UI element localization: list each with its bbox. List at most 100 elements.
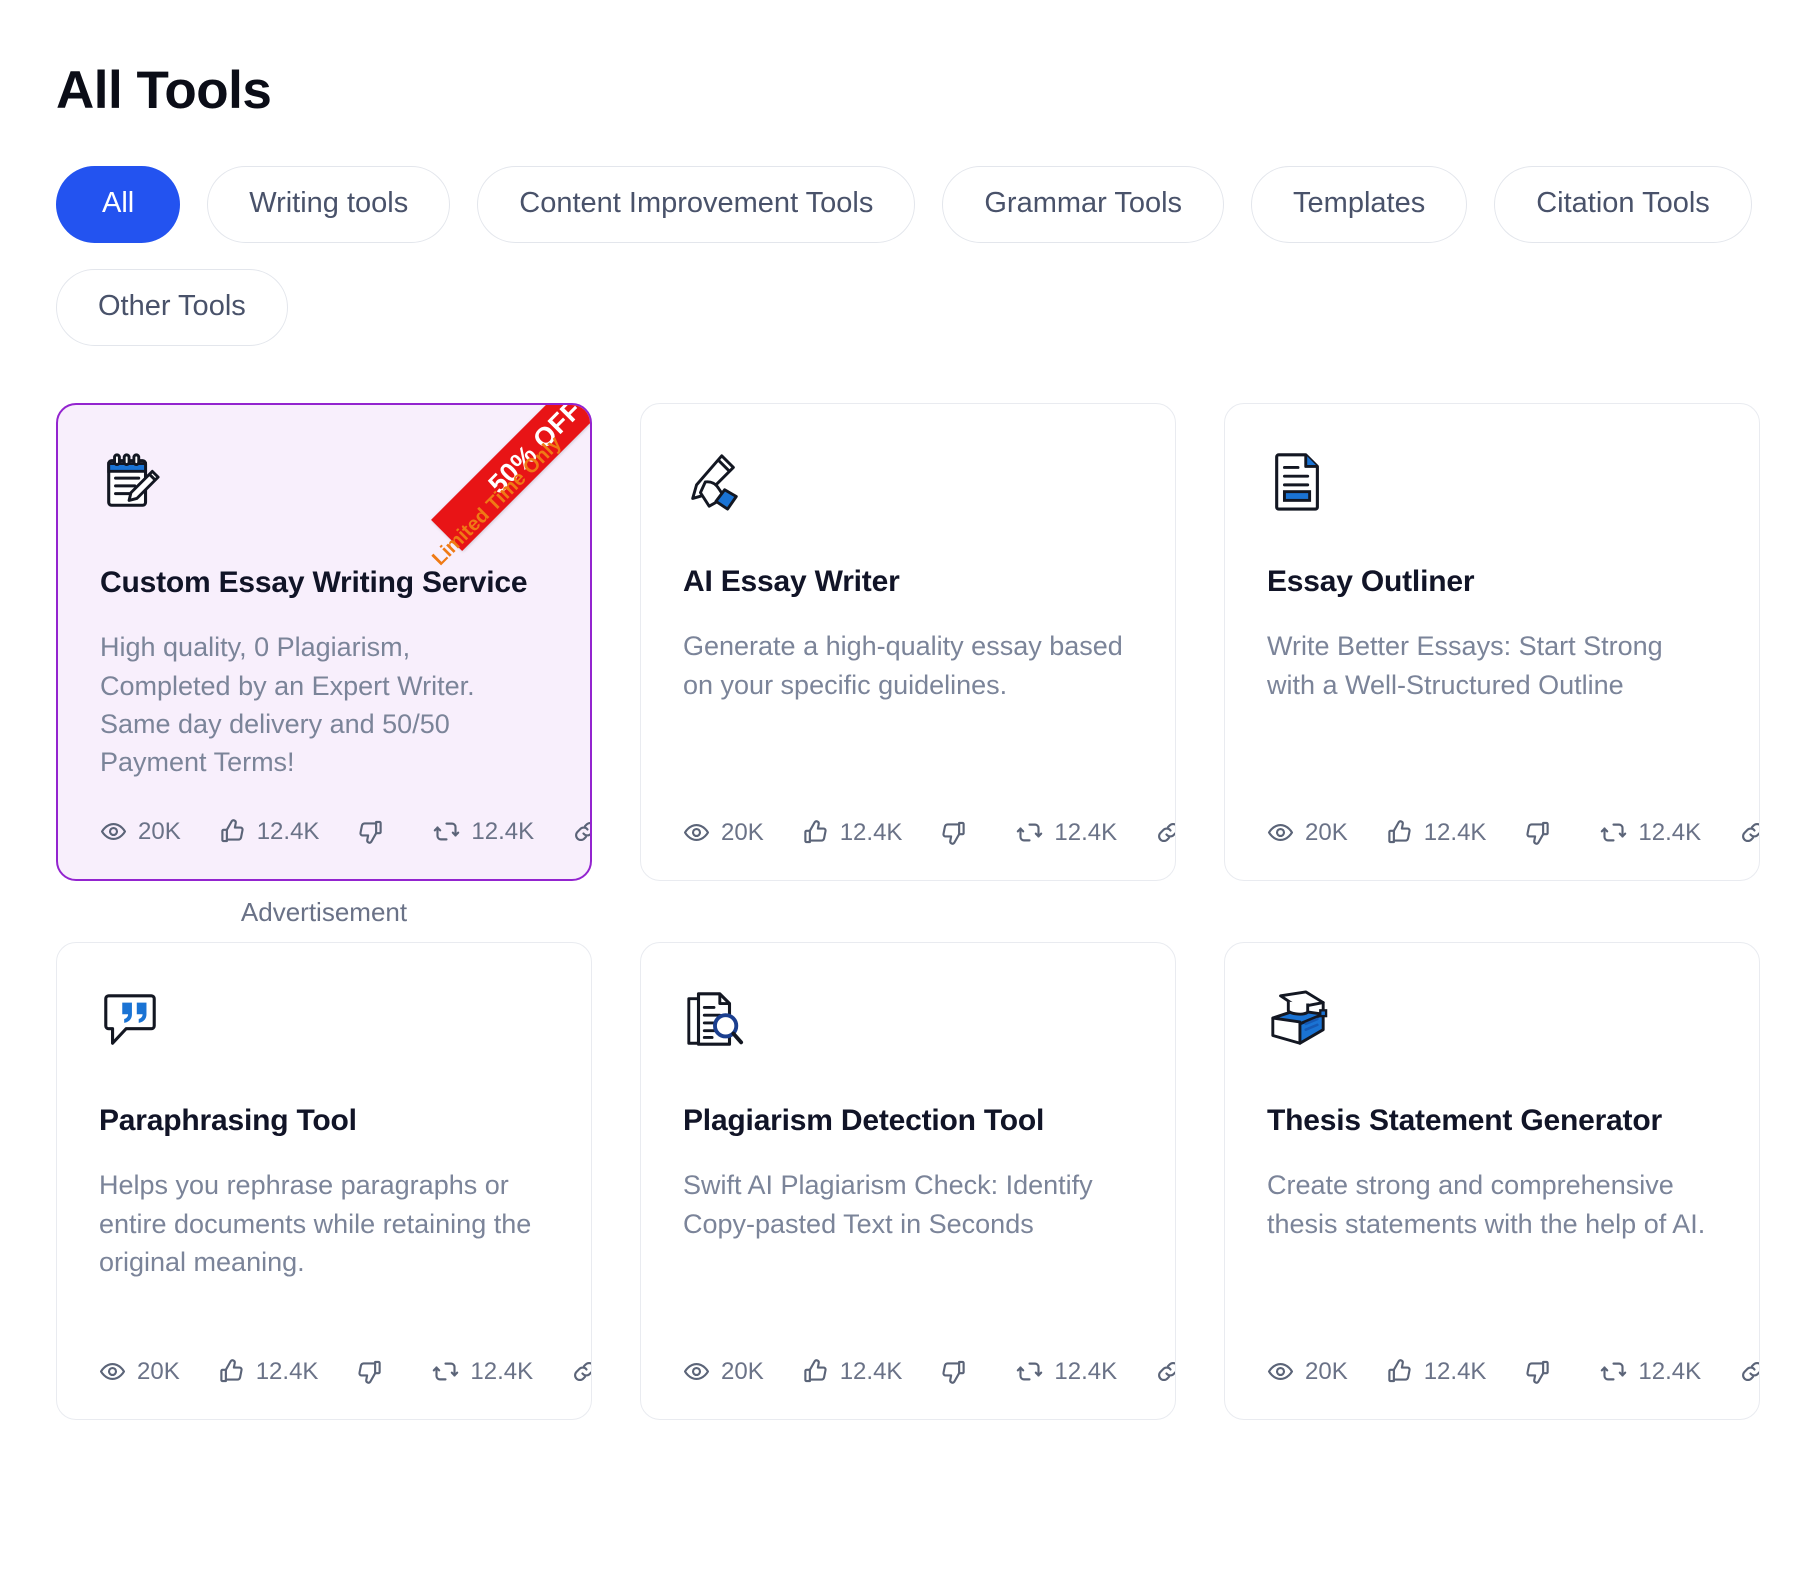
- likes-stat[interactable]: 12.4K: [802, 819, 902, 846]
- filter-pill-writing-tools[interactable]: Writing tools: [207, 166, 451, 244]
- eye-icon: [1267, 819, 1294, 846]
- filter-pill-content-improvement-tools[interactable]: Content Improvement Tools: [477, 166, 916, 244]
- thumbs-down-icon[interactable]: [1524, 1358, 1551, 1385]
- filter-pill-grammar-tools[interactable]: Grammar Tools: [942, 166, 1225, 244]
- copy-link-stat[interactable]: [572, 818, 590, 845]
- tool-card-cell: Thesis Statement Generator Create strong …: [1224, 942, 1760, 1421]
- link-icon[interactable]: [1739, 1358, 1759, 1385]
- thumbs-up-icon[interactable]: [1386, 1358, 1413, 1385]
- eye-icon: [683, 819, 710, 846]
- tool-card[interactable]: Thesis Statement Generator Create strong …: [1224, 942, 1760, 1421]
- copy-link-stat[interactable]: [571, 1358, 591, 1385]
- eye-icon: [1267, 1358, 1294, 1385]
- tool-card[interactable]: AI Essay Writer Generate a high-quality e…: [640, 403, 1176, 882]
- views-stat[interactable]: 20K: [1267, 1358, 1348, 1385]
- link-icon[interactable]: [572, 818, 590, 845]
- link-icon[interactable]: [1739, 819, 1759, 846]
- reposts-stat[interactable]: 12.4K: [433, 818, 534, 845]
- copy-link-stat[interactable]: [1155, 819, 1175, 846]
- graduation-book-icon: [1267, 989, 1329, 1051]
- thumbs-down-icon[interactable]: [357, 818, 384, 845]
- likes-stat[interactable]: 12.4K: [1386, 818, 1487, 846]
- tool-card-stats: 20K 12.4K 12.4K: [100, 817, 590, 845]
- dislikes-stat[interactable]: [1524, 819, 1562, 846]
- repost-icon[interactable]: [1016, 1358, 1043, 1385]
- thumbs-up-icon[interactable]: [218, 1358, 245, 1385]
- repost-icon[interactable]: [1600, 819, 1627, 846]
- dislikes-stat[interactable]: [940, 1358, 978, 1385]
- likes-stat[interactable]: 12.4K: [802, 1357, 903, 1385]
- likes-stat[interactable]: 12.4K: [1386, 1358, 1486, 1385]
- likes-count: 12.4K: [256, 817, 320, 845]
- tool-card-cell: 50% OFF Limited Time Only Custom Essay W…: [56, 403, 592, 928]
- reposts-count: 12.4K: [1638, 1357, 1702, 1385]
- link-icon[interactable]: [1155, 819, 1175, 846]
- copy-link-stat[interactable]: [1739, 819, 1759, 846]
- tools-grid: 50% OFF Limited Time Only Custom Essay W…: [56, 403, 1760, 1421]
- tool-card-title: Custom Essay Writing Service: [100, 566, 528, 600]
- views-stat[interactable]: 20K: [1267, 819, 1348, 846]
- dislikes-stat[interactable]: [1524, 1358, 1562, 1385]
- views-count: 20K: [137, 1357, 180, 1385]
- link-icon[interactable]: [571, 1358, 591, 1385]
- views-stat[interactable]: 20K: [683, 819, 764, 846]
- all-tools-page: All Tools All Writing tools Content Improv…: [0, 0, 1812, 1593]
- reposts-stat[interactable]: 12.4K: [1016, 819, 1117, 846]
- thumbs-up-icon[interactable]: [219, 818, 246, 845]
- likes-count: 12.4K: [1423, 818, 1487, 846]
- filter-pill-templates[interactable]: Templates: [1251, 166, 1468, 244]
- thumbs-down-icon[interactable]: [356, 1358, 383, 1385]
- thumbs-up-icon[interactable]: [1386, 819, 1413, 846]
- reposts-stat[interactable]: 12.4K: [1016, 1358, 1117, 1385]
- tool-card-description: Create strong and comprehensive thesis s…: [1267, 1170, 1706, 1239]
- documents-magnifier-icon: [683, 989, 745, 1051]
- likes-stat[interactable]: 12.4K: [218, 1357, 319, 1385]
- tool-card[interactable]: Plagiarism Detection Tool Swift AI Plagia…: [640, 942, 1176, 1421]
- tool-card-title: Essay Outliner: [1267, 565, 1475, 599]
- tool-card[interactable]: Essay Outliner Write Better Essays: Start…: [1224, 403, 1760, 882]
- discount-ribbon-label: 50% OFF: [482, 403, 588, 500]
- reposts-count: 12.4K: [1638, 818, 1702, 846]
- thumbs-down-icon[interactable]: [940, 1358, 967, 1385]
- thumbs-down-icon[interactable]: [940, 819, 967, 846]
- tool-card[interactable]: 50% OFF Limited Time Only Custom Essay W…: [56, 403, 592, 882]
- likes-stat[interactable]: 12.4K: [219, 817, 320, 845]
- repost-icon[interactable]: [1016, 819, 1043, 846]
- dislikes-stat[interactable]: [356, 1358, 394, 1385]
- tool-card[interactable]: Paraphrasing Tool Helps you rephrase para…: [56, 942, 592, 1421]
- tool-card-title: Paraphrasing Tool: [99, 1104, 357, 1138]
- tool-card-description: Generate a high-quality essay based on y…: [683, 631, 1123, 700]
- tool-card-description: Helps you rephrase paragraphs or entire …: [99, 1170, 532, 1277]
- thumbs-up-icon[interactable]: [802, 819, 829, 846]
- dislikes-stat[interactable]: [357, 818, 395, 845]
- dislikes-stat[interactable]: [940, 819, 978, 846]
- reposts-stat[interactable]: 12.4K: [432, 1358, 533, 1385]
- reposts-stat[interactable]: 12.4K: [1600, 1358, 1701, 1385]
- tool-card-stats: 20K 12.4K 12.4K: [1267, 1358, 1759, 1385]
- repost-icon[interactable]: [1600, 1358, 1627, 1385]
- thumbs-up-icon[interactable]: [802, 1358, 829, 1385]
- repost-icon[interactable]: [432, 1358, 459, 1385]
- filter-pill-other-tools[interactable]: Other Tools: [56, 269, 288, 347]
- link-icon[interactable]: [1155, 1358, 1175, 1385]
- filter-pill-all[interactable]: All: [56, 166, 181, 244]
- tool-card-description: Swift AI Plagiarism Check: Identify Copy…: [683, 1170, 1093, 1239]
- views-count: 20K: [721, 818, 764, 846]
- tool-card-stats: 20K 12.4K 12.4K: [683, 819, 1175, 846]
- thumbs-down-icon[interactable]: [1524, 819, 1551, 846]
- views-stat[interactable]: 20K: [100, 818, 181, 845]
- likes-count: 12.4K: [255, 1357, 319, 1385]
- tool-card-cell: Plagiarism Detection Tool Swift AI Plagia…: [640, 942, 1176, 1421]
- filter-pill-group: All Writing tools Content Improvement Tool…: [56, 166, 1756, 347]
- quote-bubble-icon: [99, 989, 161, 1051]
- reposts-stat[interactable]: 12.4K: [1600, 819, 1701, 846]
- likes-count: 12.4K: [839, 1357, 903, 1385]
- copy-link-stat[interactable]: [1739, 1358, 1759, 1385]
- copy-link-stat[interactable]: [1155, 1358, 1175, 1385]
- hand-writing-pencil-icon: [683, 450, 745, 512]
- views-count: 20K: [1305, 1357, 1348, 1385]
- repost-icon[interactable]: [433, 818, 460, 845]
- filter-pill-citation-tools[interactable]: Citation Tools: [1494, 166, 1752, 244]
- views-stat[interactable]: 20K: [99, 1358, 180, 1385]
- views-stat[interactable]: 20K: [683, 1358, 764, 1385]
